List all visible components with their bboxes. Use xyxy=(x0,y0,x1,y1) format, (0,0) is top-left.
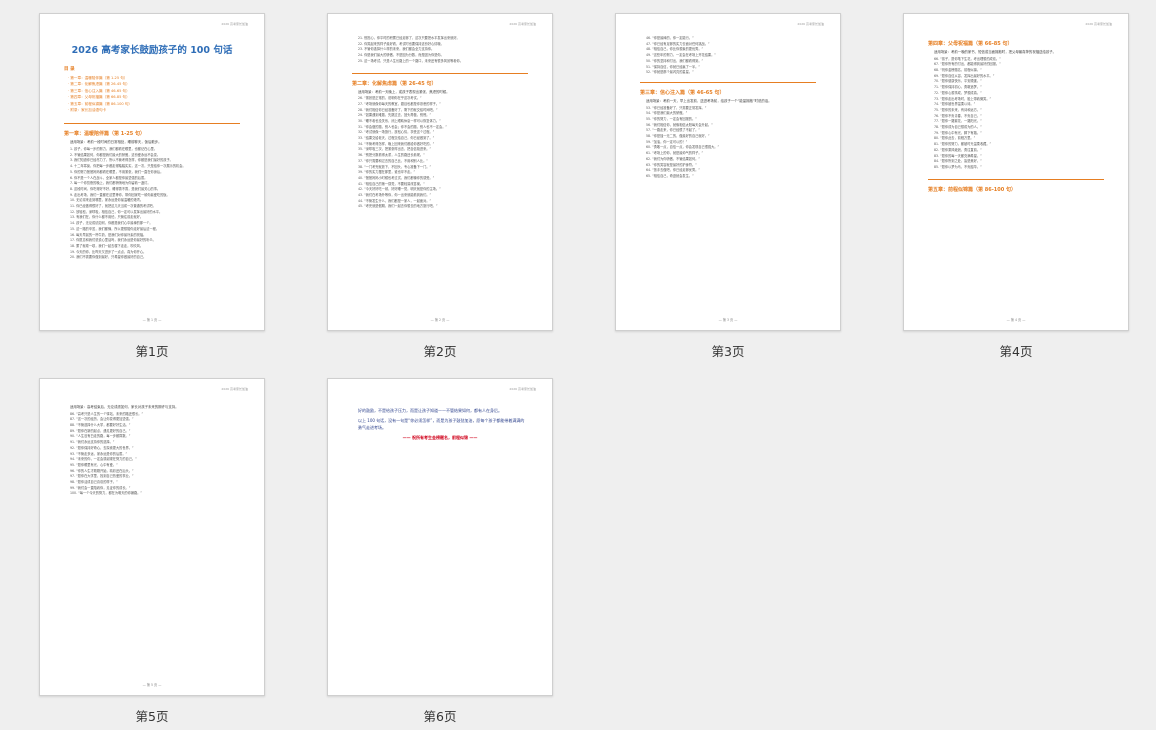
page-1[interactable]: 2026 高考家长加油 2026 高考家长鼓励孩子的 100 句话 目 录 · … xyxy=(39,13,265,331)
page-header: 2026 高考家长加油 xyxy=(509,387,536,391)
page-header: 2026 高考家长加油 xyxy=(509,22,536,26)
phrase-line: 25. 这一场考试，只是人生长路上的一个路口，未来还有很多风景等着你。 xyxy=(358,58,463,63)
page-caption: 第1页 xyxy=(135,344,169,359)
section-divider xyxy=(640,81,816,83)
page-header: 2026 高考家长加油 xyxy=(1085,22,1112,26)
phrase-line: 20. 我们不需要你做到最好，只希望你做最好的自己。 xyxy=(70,255,147,260)
section-divider xyxy=(64,123,240,125)
phrase-line: 52. “你就是那个最闪亮的星星。” xyxy=(646,70,694,75)
page-2[interactable]: 2026 高考家长加油 21. 别担心，你平时的积累已经足够了，这次只要把水平发… xyxy=(327,13,553,331)
closing-paragraph: 以上 100 句话，没有一句是“你必须怎样”，而是为孩子鼓劲加油，愿每个孩子都能… xyxy=(358,418,525,430)
section-heading: 第四章：父母祝福篇（第 66-85 句） xyxy=(928,41,1013,47)
document-title: 2026 高考家长鼓励孩子的 100 句话 xyxy=(71,45,233,56)
page-footer: — 第 4 页 — xyxy=(1006,318,1026,322)
phrase-line: 85. “愿你以梦为马，不负韶华。” xyxy=(934,164,982,169)
closing-blessing: —— 祝所有考生金榜题名，前程似锦 —— xyxy=(402,435,478,440)
page-header: 2026 高考家长加油 xyxy=(797,22,824,26)
page-caption: 第2页 xyxy=(423,344,457,359)
phrase-line: 65. “相信自己，奇迹就会发生。” xyxy=(646,173,694,178)
page-header: 2026 高考家长加油 xyxy=(221,387,248,391)
section-heading: 第三章：信心注入篇（第 46-65 句） xyxy=(640,89,725,96)
section-intro: 适用场景：考前一晚的家书、短信或当面拥抱时，把父母最真挚的祝福送给孩子。 xyxy=(934,50,1057,54)
page-5[interactable]: 2026 高考家长加油 适用场景：高考结束后，无论成绩如何，家长对孩子未来的期许… xyxy=(39,378,265,696)
section-heading: 第一章：温暖陪伴篇（第 1-25 句） xyxy=(64,131,145,138)
section-heading: 第二章：化解焦虑篇（第 26-45 句） xyxy=(352,80,437,87)
section-divider xyxy=(352,72,528,74)
page-4[interactable]: 2026 高考家长加油 第四章：父母祝福篇（第 66-85 句） 适用场景：考前… xyxy=(903,13,1129,331)
phrase-line: 45. “考完就是假期，我们一起去你想去的地方旅行吧。” xyxy=(358,204,438,209)
page-header: 2026 高考家长加油 xyxy=(221,22,248,26)
closing-paragraph: 好的鼓励，不是给孩子压力，而是让孩子知道——不管结果如何，都有人在身后。 xyxy=(358,408,502,413)
page-3[interactable]: 2026 高考家长加油 46. “你是最棒的，你一定能行。” 47. “你已经有… xyxy=(615,13,841,331)
page-footer: — 第 3 页 — xyxy=(718,318,738,322)
section-divider xyxy=(928,178,1104,180)
toc-heading: 目 录 xyxy=(64,67,75,72)
section-intro: 适用场景：考前一段时间的日常相处，睡前聊天，饭后散步。 xyxy=(70,140,162,145)
page-caption: 第6页 xyxy=(423,709,457,724)
section-heading: 第五章：前程似锦篇（第 86-100 句） xyxy=(928,186,1016,193)
page-footer: — 第 5 页 — xyxy=(142,683,162,687)
page-caption: 第5页 xyxy=(135,709,169,724)
page-footer: — 第 1 页 — xyxy=(142,318,162,322)
page-6[interactable]: 2026 高考家长加油 好的鼓励，不是给孩子压力，而是让孩子知道——不管结果如何… xyxy=(327,378,553,696)
phrase-line: 100. “每一个今天的努力，都在为明天的你铺路。” xyxy=(70,491,142,496)
page-caption: 第4页 xyxy=(999,344,1033,359)
section-intro: 适用场景：考前一天，早上出发前，送进考场前，给孩子一个“能量拥抱”时说的话。 xyxy=(646,98,772,103)
section-intro: 适用场景：高考结束后，无论成绩如何，家长对孩子未来的期许与支持。 xyxy=(70,405,179,409)
toc-item[interactable]: · 附录：家长加油语句卡 xyxy=(68,107,264,113)
page-footer: — 第 2 页 — xyxy=(430,318,450,322)
section-intro: 适用场景：考前一天晚上，或孩子表现出紧张、焦虑的时候。 xyxy=(358,89,450,94)
page-caption: 第3页 xyxy=(711,344,745,359)
